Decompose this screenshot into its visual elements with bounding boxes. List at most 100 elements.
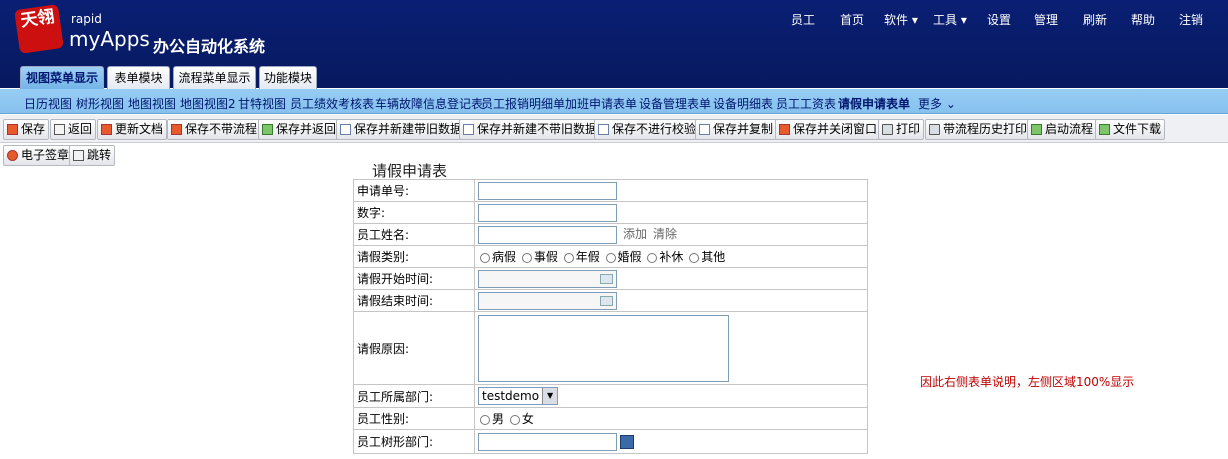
close-window-icon — [779, 124, 790, 135]
radio-sick[interactable] — [480, 252, 490, 263]
submenu-item-active[interactable]: 请假申请表单 — [838, 95, 910, 112]
calendar-icon[interactable] — [600, 273, 613, 284]
clear-link[interactable]: 清除 — [653, 227, 677, 241]
update-doc-button[interactable]: 更新文档 — [97, 119, 168, 140]
printer-icon — [882, 124, 893, 135]
chevron-down-icon: ▼ — [542, 388, 558, 404]
back-button[interactable]: 返回 — [50, 119, 97, 140]
jump-icon — [73, 150, 84, 161]
label-leave-type: 请假类别: — [353, 245, 475, 268]
download-icon — [1099, 124, 1110, 135]
save-without-flow-button[interactable]: 保存不带流程 — [167, 119, 262, 140]
form-title: 请假申请表 — [372, 162, 448, 180]
radio-annual[interactable] — [563, 252, 574, 263]
label-end-time: 请假结束时间: — [353, 289, 475, 312]
e-signature-button[interactable]: 电子签章 — [3, 145, 74, 166]
tree-department-input[interactable] — [478, 432, 617, 451]
save-new-with-old-button[interactable]: 保存并新建带旧数据 — [336, 119, 467, 140]
start-flow-button[interactable]: 启动流程 — [1027, 119, 1098, 140]
employee-name-input[interactable] — [478, 225, 617, 244]
brand-name: myApps — [69, 27, 150, 51]
radio-other[interactable] — [689, 252, 700, 263]
submenu-item[interactable]: 树形视图 — [76, 95, 124, 112]
save-and-copy-button[interactable]: 保存并复制 — [695, 119, 778, 140]
nav-home[interactable]: 首页 — [840, 11, 864, 28]
start-time-input[interactable] — [478, 269, 617, 288]
submenu-item[interactable]: 加班申请表单 — [565, 95, 637, 112]
copy-icon — [699, 124, 710, 135]
save-and-close-button[interactable]: 保存并关闭窗口 — [775, 119, 882, 140]
submenu-item[interactable]: 员工报销明细单 — [481, 95, 565, 112]
calendar-icon[interactable] — [600, 295, 613, 306]
submenu-item[interactable]: 甘特视图 — [238, 95, 286, 112]
label-reason: 请假原因: — [353, 311, 475, 385]
radio-personal[interactable] — [521, 252, 532, 263]
label-start-time: 请假开始时间: — [353, 267, 475, 290]
nav-settings[interactable]: 设置 — [987, 11, 1011, 28]
end-time-input[interactable] — [478, 291, 617, 310]
tab-function-module[interactable]: 功能模块 — [259, 66, 317, 89]
layout-note: 因此右侧表单说明，左侧区域100%显示 — [920, 375, 1135, 389]
document-icon — [598, 124, 609, 135]
label-tree-department: 员工树形部门: — [353, 429, 475, 454]
save-icon — [7, 124, 18, 135]
department-select[interactable]: testdemo ▼ — [478, 387, 559, 405]
radio-compensatory[interactable] — [647, 252, 658, 263]
update-icon — [101, 124, 112, 135]
tab-flow-menu[interactable]: 流程菜单显示 — [173, 66, 256, 89]
nav-logout[interactable]: 注销 — [1179, 11, 1203, 28]
label-employee-name: 员工姓名: — [353, 223, 475, 246]
brand-subtitle: 办公自动化系统 — [153, 37, 266, 56]
number-input[interactable] — [478, 203, 617, 222]
file-download-button[interactable]: 文件下载 — [1095, 119, 1166, 140]
nav-manage[interactable]: 管理 — [1034, 11, 1058, 28]
radio-marriage[interactable] — [605, 252, 616, 263]
label-department: 员工所属部门: — [353, 384, 475, 408]
tree-picker-icon[interactable] — [620, 434, 634, 449]
radio-male[interactable] — [480, 414, 490, 425]
back-icon — [54, 124, 65, 135]
reason-textarea[interactable] — [478, 314, 729, 382]
logo: 天翎 — [14, 4, 64, 54]
save-button[interactable]: 保存 — [3, 119, 50, 140]
submenu-item[interactable]: 地图视图2 — [180, 95, 236, 112]
submenu-item[interactable]: 车辆故障信息登记表 — [375, 95, 483, 112]
apply-no-input[interactable] — [478, 181, 617, 200]
printer-icon — [929, 124, 940, 135]
save-and-back-button[interactable]: 保存并返回 — [258, 119, 341, 140]
start-flow-icon — [1031, 124, 1042, 135]
save-back-icon — [262, 124, 273, 135]
nav-tools[interactable]: 工具 ▾ — [933, 11, 967, 28]
submenu-more[interactable]: 更多 ⌄ — [918, 95, 956, 112]
submenu-item[interactable]: 设备明细表 — [713, 95, 773, 112]
submenu-item[interactable]: 地图视图 — [128, 95, 176, 112]
submenu-item[interactable]: 员工绩效考核表 — [290, 95, 374, 112]
signature-icon — [7, 150, 18, 161]
document-icon — [463, 124, 474, 135]
label-gender: 员工性别: — [353, 407, 475, 430]
add-link[interactable]: 添加 — [623, 227, 647, 241]
nav-refresh[interactable]: 刷新 — [1083, 11, 1107, 28]
action-toolbar: 保存 返回 更新文档 保存不带流程 保存并返回 保存并新建带旧数据 保存并新建不… — [0, 115, 1228, 143]
save-no-validate-button[interactable]: 保存不进行校验 — [594, 119, 701, 140]
nav-employee[interactable]: 员工 — [791, 11, 815, 28]
print-button[interactable]: 打印 — [878, 119, 925, 140]
save-new-without-old-button[interactable]: 保存并新建不带旧数据 — [459, 119, 602, 140]
save-icon — [171, 124, 182, 135]
label-number: 数字: — [353, 201, 475, 224]
print-with-history-button[interactable]: 带流程历史打印 — [925, 119, 1032, 140]
brand-small: rapid — [71, 12, 102, 26]
jump-button[interactable]: 跳转 — [69, 145, 116, 166]
leave-form: 申请单号: 数字: 员工姓名: 添加 清除 请假类别: 病假 事假 年假 婚假 补… — [353, 179, 868, 454]
submenu-item[interactable]: 日历视图 — [24, 95, 72, 112]
app-header: 天翎 rapid myApps 办公自动化系统 员工 首页 软件 ▾ 工具 ▾ … — [0, 0, 1228, 89]
label-apply-no: 申请单号: — [353, 179, 475, 202]
radio-female[interactable] — [509, 414, 520, 425]
nav-help[interactable]: 帮助 — [1131, 11, 1155, 28]
tab-view-menu[interactable]: 视图菜单显示 — [20, 66, 104, 89]
submenu-item[interactable]: 员工工资表 — [776, 95, 836, 112]
tab-form-module[interactable]: 表单模块 — [107, 66, 170, 89]
submenu-item[interactable]: 设备管理表单 — [639, 95, 711, 112]
nav-software[interactable]: 软件 ▾ — [884, 11, 918, 28]
view-submenu: 日历视图 树形视图 地图视图 地图视图2 甘特视图 员工绩效考核表 车辆故障信息… — [0, 89, 1228, 114]
